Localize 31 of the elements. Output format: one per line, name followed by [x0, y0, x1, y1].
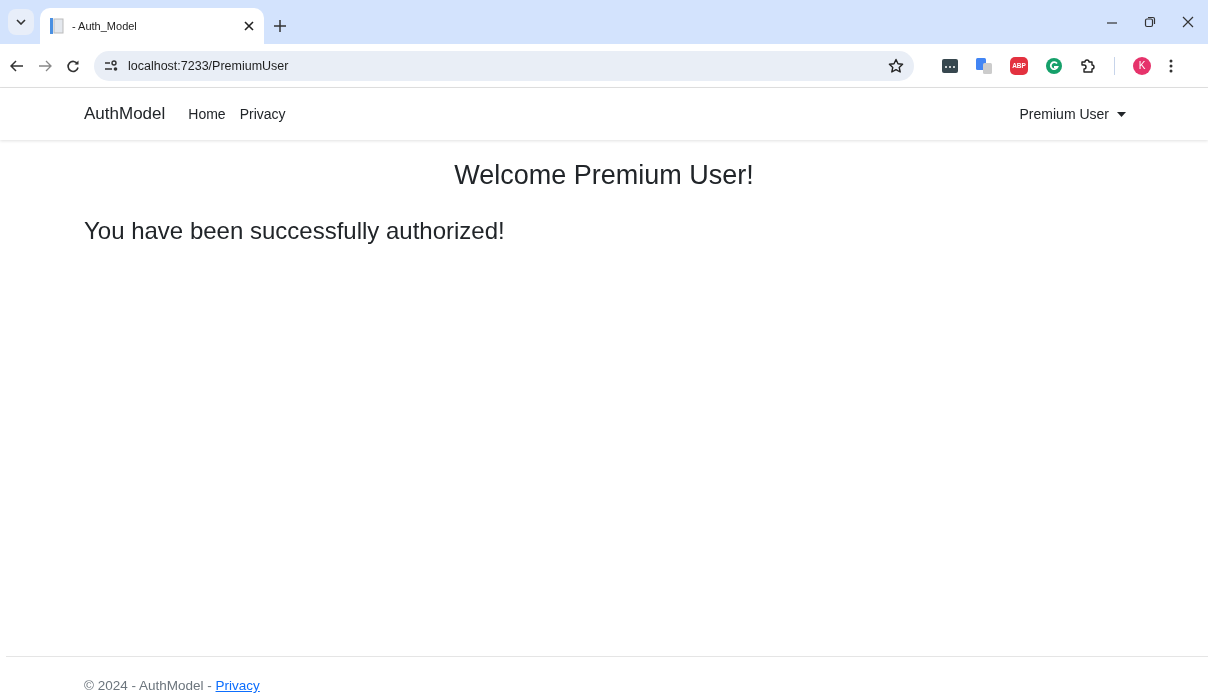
profile-avatar[interactable]: K — [1133, 56, 1151, 75]
g-logo-icon[interactable] — [1046, 57, 1062, 74]
close-icon[interactable] — [1182, 16, 1194, 28]
footer-text: © 2024 - AuthModel - Privacy — [84, 678, 260, 693]
plus-icon[interactable] — [274, 20, 286, 32]
site-settings-icon[interactable] — [104, 59, 118, 72]
restore-icon[interactable] — [1144, 16, 1156, 28]
success-message: You have been successfully authorized! — [84, 217, 506, 245]
menu-icon[interactable] — [1169, 58, 1173, 73]
chevron-down-icon — [16, 19, 26, 25]
tab-search-button[interactable] — [8, 9, 34, 35]
document-icon — [50, 18, 64, 34]
close-icon[interactable] — [244, 21, 254, 31]
welcome-heading: Welcome Premium User! — [453, 160, 755, 191]
forward-icon[interactable] — [38, 59, 52, 72]
back-icon[interactable] — [10, 59, 24, 72]
password-icon[interactable] — [942, 58, 958, 73]
user-menu[interactable]: Premium User — [1019, 106, 1126, 122]
address-bar[interactable]: localhost:7233/PremiumUser — [94, 50, 914, 81]
nav-link[interactable]: Home — [185, 106, 229, 122]
tab-title: - Auth_Model — [72, 20, 138, 32]
url-text: localhost:7233/PremiumUser — [128, 58, 290, 73]
translate-icon[interactable] — [976, 57, 992, 74]
privacy-link[interactable]: Privacy — [215, 678, 260, 693]
caret-icon — [1117, 111, 1126, 117]
star-icon[interactable] — [888, 57, 904, 74]
nav-link[interactable]: Privacy — [236, 106, 289, 122]
browser-tab[interactable]: - Auth_Model — [40, 8, 264, 44]
puzzle-icon[interactable] — [1080, 57, 1096, 74]
brand-link[interactable]: AuthModel — [84, 104, 166, 124]
reload-icon[interactable] — [66, 58, 80, 73]
